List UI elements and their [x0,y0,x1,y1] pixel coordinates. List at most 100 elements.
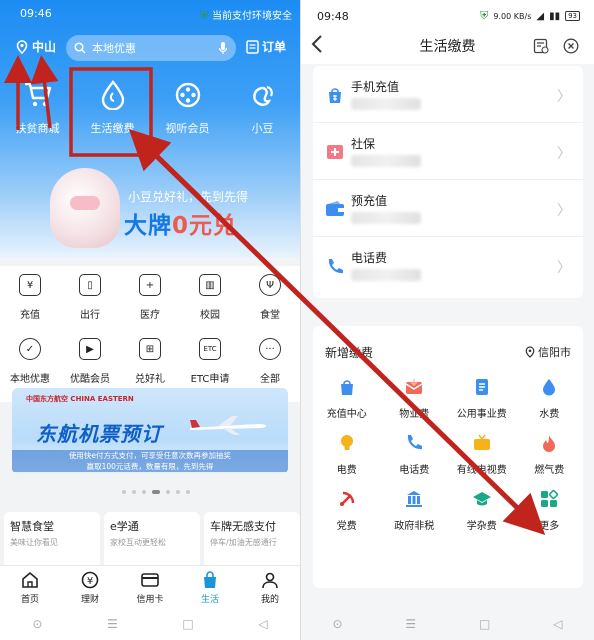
film-reel-icon [175,82,200,108]
order-list-icon [246,39,259,54]
nav-home-button[interactable]: □ [182,617,193,631]
location-pin-icon [525,346,535,358]
orders-button[interactable]: 订单 [246,38,286,55]
quick-entry-video-vip[interactable]: 视听会员 [150,78,225,136]
search-input[interactable]: 本地优惠 [66,35,236,61]
masked-account-number [351,98,421,110]
city-selector[interactable]: 信阳市 [525,344,571,360]
ad-subtext-2: 赢取100元话费，数量有限，先到先得 [12,461,288,472]
chevron-right-icon: 〉 [557,260,571,276]
phone-icon [328,259,343,274]
battery-icon: 93 [565,11,580,21]
envelope-icon [405,379,423,394]
airplane-icon [190,416,266,435]
chevron-right-icon: 〉 [557,89,571,105]
card-plate-payment[interactable]: 车牌无感支付 停车/加油无感通行 [204,512,300,568]
nav-back-button[interactable]: ◁ [258,617,267,631]
chevron-right-icon: 〉 [557,203,571,219]
phone-icon [408,435,423,450]
yen-coin-icon: ¥ [81,571,99,589]
promo-banner[interactable]: 小豆兑好礼，先到先得 大牌0元兑 [40,160,290,250]
shield-icon: ⛨ [200,9,209,22]
card-e-learning[interactable]: e学通 家校互动更轻松 [104,512,200,568]
flame-icon [543,435,556,452]
payment-item-phone-bill[interactable]: 电话费 [381,433,449,486]
account-row-prepaid[interactable]: 预充值 〉 [313,180,583,237]
quick-entry-poverty-mall[interactable]: 扶贫商城 [0,78,75,136]
status-time: 09:46 [20,7,52,20]
payment-item-water[interactable]: 水费 [516,377,584,430]
new-payment-heading: 新增缴费 [325,346,374,360]
bag-recharge-icon [329,88,341,103]
banner-line1: 小豆兑好礼，先到先得 [128,190,249,204]
document-icon [475,379,488,395]
airline-logo: 中国东方航空 CHINA EASTERN [26,395,134,403]
tab-credit-card[interactable]: 信用卡 [120,566,180,607]
right-phone-screen: 09:48 ⛨ 9.00 KB/s ◢ ▮▮ 93 生活缴费 手机充值 〉 社保… [300,0,594,640]
account-row-social-security[interactable]: 社保 〉 [313,123,583,180]
bean-icon [252,85,273,106]
water-drop-icon [543,379,556,396]
masked-account-number [351,269,421,281]
nav-back-button[interactable]: ◁ [553,617,562,631]
grid-item-travel[interactable]: ▯ 出行 [60,274,120,338]
grid-item-recharge[interactable]: ¥ 充值 [0,274,60,338]
microphone-icon[interactable] [218,41,228,55]
nav-menu-button[interactable]: ☰ [107,617,118,631]
tab-home[interactable]: 首页 [0,566,60,607]
payment-item-party-dues[interactable]: 党费 [313,489,381,542]
payment-item-gov-non-tax[interactable]: 政府非税 [381,489,449,542]
payment-item-gas[interactable]: 燃气费 [516,433,584,486]
page-title: 生活缴费 [419,39,476,55]
back-button[interactable] [311,34,323,59]
new-payment-panel: 新增缴费 信阳市 充值中心 物业费 公用事业费 水费 电费 电话费 有线电视费 … [313,326,583,588]
water-drop-icon [101,80,124,110]
payment-type-grid: 充值中心 物业费 公用事业费 水费 电费 电话费 有线电视费 燃气费 党费 政府… [313,374,583,542]
banner-line2: 大牌0元兑 [124,213,238,239]
close-icon[interactable] [563,38,579,54]
payment-item-property-fee[interactable]: 物业费 [381,377,449,430]
nav-assist-button[interactable]: ⊙ [32,617,42,631]
payment-item-more[interactable]: 更多 [516,489,584,542]
party-emblem-icon [339,491,354,506]
bag-recharge-icon [340,380,353,395]
grid-item-campus[interactable]: ▥ 校园 [180,274,240,338]
ad-title: 东航机票预订 [36,422,162,446]
quick-entry-beans[interactable]: 小豆 [225,78,300,136]
quick-entry-life-payment[interactable]: 生活缴费 [75,78,150,136]
account-row-phone-bill[interactable]: 电话费 〉 [313,237,583,294]
search-icon [74,42,86,54]
nav-menu-button[interactable]: ☰ [405,617,416,631]
nav-home-button[interactable]: □ [479,617,490,631]
chevron-right-icon: 〉 [557,146,571,162]
security-icon: ⛨ [480,9,489,22]
payment-item-recharge-center[interactable]: 充值中心 [313,377,381,430]
svg-text:¥: ¥ [87,576,93,587]
tab-profile[interactable]: 我的 [240,566,300,607]
bill-record-icon[interactable] [533,38,549,54]
graduation-cap-icon [472,492,491,506]
account-row-mobile-recharge[interactable]: 手机充值 〉 [313,66,583,123]
nav-assist-button[interactable]: ⊙ [332,617,342,631]
payment-item-cable-tv[interactable]: 有线电视费 [448,433,516,486]
wifi-icon: ◢ [536,10,545,22]
quick-entry-row: 扶贫商城 生活缴费 视听会员 小豆 [0,78,300,136]
status-bar: 09:46 ⛨ 当前支付环境安全 [0,0,300,26]
city-selector[interactable]: 中山 [16,38,56,55]
my-accounts-list: 手机充值 〉 社保 〉 预充值 〉 电话费 〉 [313,66,583,298]
system-nav-bar: ⊙ ☰ □ ◁ [0,607,300,640]
payment-item-tuition[interactable]: 学杂费 [448,489,516,542]
payment-item-utilities[interactable]: 公用事业费 [448,377,516,430]
location-discount-icon: ✓ [19,338,41,360]
tab-life[interactable]: 生活 [180,566,240,607]
card-smart-canteen[interactable]: 智慧食堂 美味让你看见 [4,512,100,568]
airline-ad-banner[interactable]: 中国东方航空 CHINA EASTERN 东航机票预订 使用快e付方式支付，可享… [12,388,288,474]
network-speed: 9.00 KB/s [493,11,532,21]
status-time: 09:48 [317,10,349,23]
tab-wealth[interactable]: ¥ 理财 [60,566,120,607]
shopping-bag-icon [204,571,216,588]
payment-item-electricity[interactable]: 电费 [313,433,381,486]
service-grid: ¥ 充值 ▯ 出行 + 医疗 ▥ 校园 Ψ 食堂 ✓ 本地优惠 ▶ 优酷会员 ⊞ 兑好礼 ETC… [0,266,300,402]
grid-item-canteen[interactable]: Ψ 食堂 [240,274,300,338]
grid-item-medical[interactable]: + 医疗 [120,274,180,338]
